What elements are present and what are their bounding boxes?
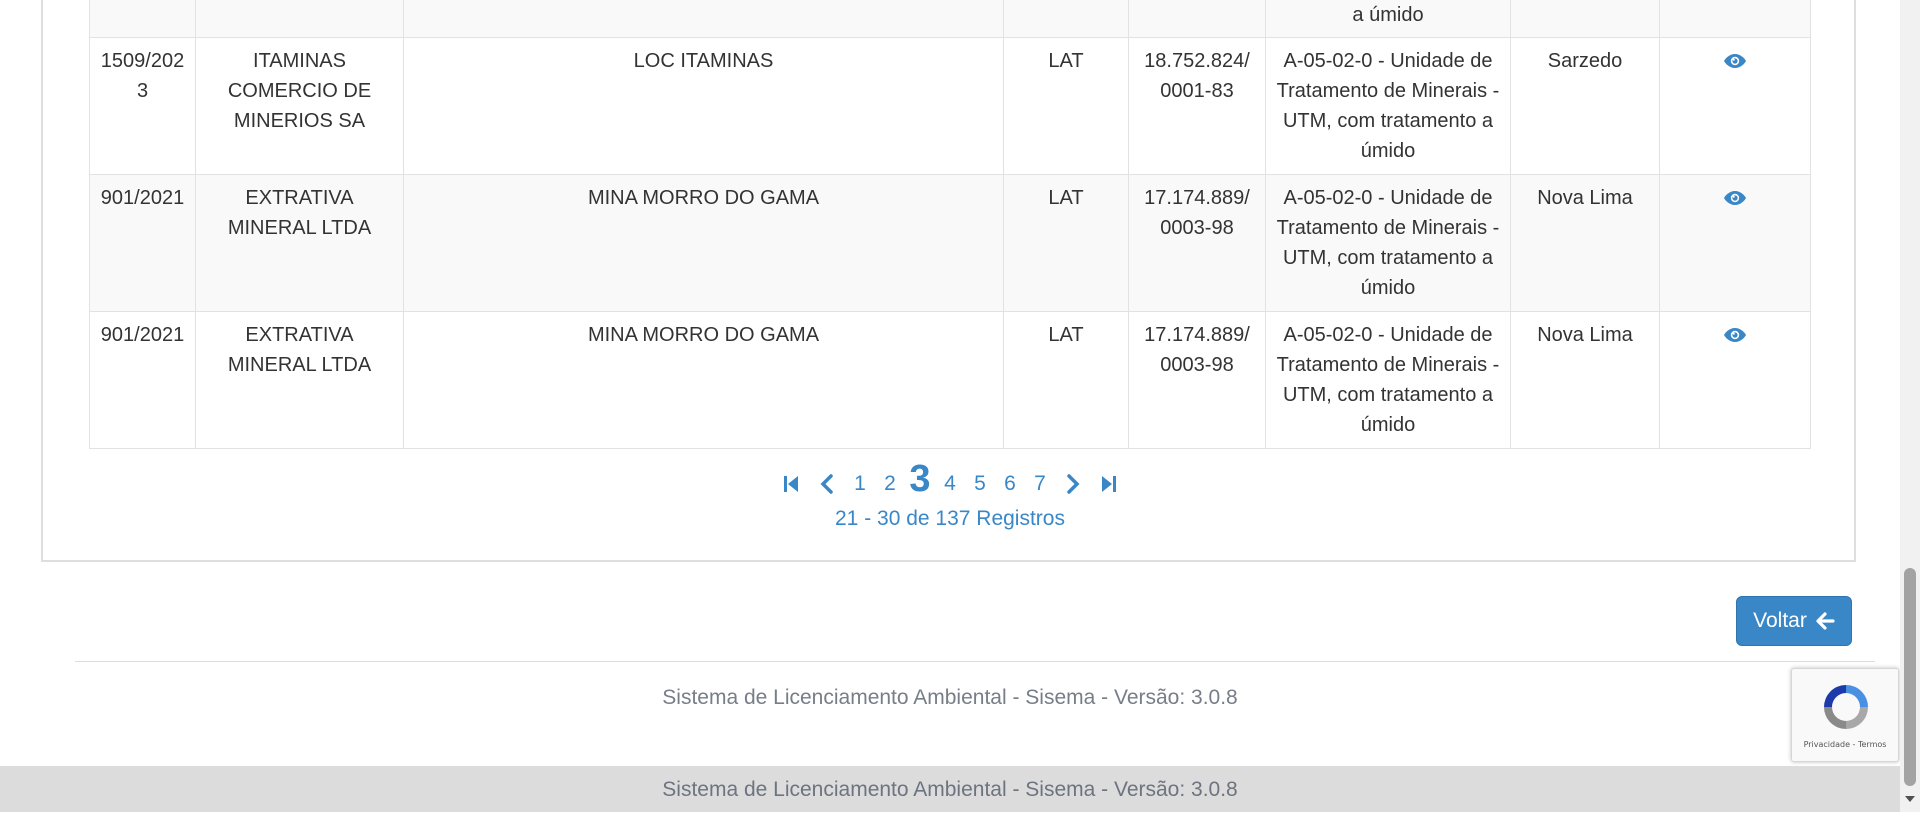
- cell-action: [1659, 0, 1811, 38]
- cell-empreendimento: MINA MORRO DO GAMA: [403, 311, 1004, 449]
- cell-modalidade: [1003, 0, 1129, 38]
- cell-empreendedor: EXTRATIVA MINERAL LTDA: [195, 174, 404, 312]
- cell-cnpj: 17.174.889/ 0003-98: [1128, 174, 1266, 312]
- page-link-7[interactable]: 7: [1025, 469, 1055, 499]
- recaptcha-badge[interactable]: Privacidade - Termos: [1791, 668, 1899, 762]
- recaptcha-links[interactable]: Privacidade - Termos: [1792, 740, 1898, 749]
- table-row: a úmido: [89, 0, 1811, 38]
- cell-cnpj: 17.174.889/ 0003-98: [1128, 311, 1266, 449]
- page-link-5[interactable]: 5: [965, 469, 995, 499]
- cell-cnpj: [1128, 0, 1266, 38]
- eye-icon[interactable]: [1723, 52, 1747, 70]
- page-link-6[interactable]: 6: [995, 469, 1025, 499]
- cell-municipio: Sarzedo: [1510, 37, 1660, 175]
- bottom-footer-text: Sistema de Licenciamento Ambiental - Sis…: [662, 778, 1238, 801]
- page-link-2[interactable]: 2: [875, 469, 905, 499]
- cell-action: [1659, 37, 1811, 175]
- cell-empreendedor: EXTRATIVA MINERAL LTDA: [195, 311, 404, 449]
- cell-atividade: A-05-02-0 - Unidade de Tratamento de Min…: [1265, 174, 1511, 312]
- table-row: 1509/2023 ITAMINAS COMERCIO DE MINERIOS …: [89, 37, 1811, 175]
- voltar-button[interactable]: Voltar: [1736, 596, 1852, 646]
- cell-modalidade: LAT: [1003, 311, 1129, 449]
- footer-version-text: Sistema de Licenciamento Ambiental - Sis…: [662, 686, 1238, 709]
- cell-atividade: A-05-02-0 - Unidade de Tratamento de Min…: [1265, 37, 1511, 175]
- page-scrollbar[interactable]: [1900, 0, 1920, 812]
- cell-atividade: A-05-02-0 - Unidade de Tratamento de Min…: [1265, 311, 1511, 449]
- cell-empreendedor: ITAMINAS COMERCIO DE MINERIOS SA: [195, 37, 404, 175]
- page-link-1[interactable]: 1: [845, 469, 875, 499]
- cell-cnpj: 18.752.824/ 0001-83: [1128, 37, 1266, 175]
- cell-modalidade: LAT: [1003, 37, 1129, 175]
- prev-page-icon[interactable]: [812, 469, 842, 499]
- cell-municipio: Nova Lima: [1510, 174, 1660, 312]
- table-row: 901/2021 EXTRATIVA MINERAL LTDA MINA MOR…: [89, 311, 1811, 449]
- first-page-icon[interactable]: [776, 469, 806, 499]
- cell-empreendimento: [403, 0, 1004, 38]
- eye-icon[interactable]: [1723, 189, 1747, 207]
- eye-icon[interactable]: [1723, 326, 1747, 344]
- cell-empreendimento: LOC ITAMINAS: [403, 37, 1004, 175]
- atividade-text: a úmido: [1352, 4, 1424, 26]
- pagination: 1 2 3 4 5 6 7 21 - 30 de 137 Registros: [0, 455, 1900, 531]
- cell-action: [1659, 174, 1811, 312]
- cell-processo: [89, 0, 196, 38]
- recaptcha-icon: [1824, 685, 1868, 729]
- arrow-left-icon: [1816, 612, 1835, 630]
- cell-processo: 1509/2023: [89, 37, 196, 175]
- cell-modalidade: LAT: [1003, 174, 1129, 312]
- page-link-4[interactable]: 4: [935, 469, 965, 499]
- cell-empreendimento: MINA MORRO DO GAMA: [403, 174, 1004, 312]
- cell-municipio: [1510, 0, 1660, 38]
- table-row: 901/2021 EXTRATIVA MINERAL LTDA MINA MOR…: [89, 174, 1811, 312]
- cell-atividade: a úmido: [1265, 0, 1511, 38]
- voltar-label: Voltar: [1753, 609, 1807, 632]
- results-table: a úmido 1509/2023 ITAMINAS COMERCIO DE M…: [89, 0, 1811, 449]
- page-link-current: 3: [909, 458, 931, 500]
- pagination-controls: 1 2 3 4 5 6 7: [0, 455, 1900, 499]
- next-page-icon[interactable]: [1058, 469, 1088, 499]
- scrollbar-thumb[interactable]: [1904, 568, 1916, 786]
- bottom-footer-bar: Sistema de Licenciamento Ambiental - Sis…: [0, 766, 1900, 812]
- pagination-info: 21 - 30 de 137 Registros: [835, 507, 1065, 530]
- cell-municipio: Nova Lima: [1510, 311, 1660, 449]
- cell-action: [1659, 311, 1811, 449]
- cell-processo: 901/2021: [89, 174, 196, 312]
- cell-empreendedor: [195, 0, 404, 38]
- scroll-down-icon[interactable]: [1905, 796, 1915, 802]
- last-page-icon[interactable]: [1094, 469, 1124, 499]
- cell-processo: 901/2021: [89, 311, 196, 449]
- footer-divider: [75, 661, 1875, 662]
